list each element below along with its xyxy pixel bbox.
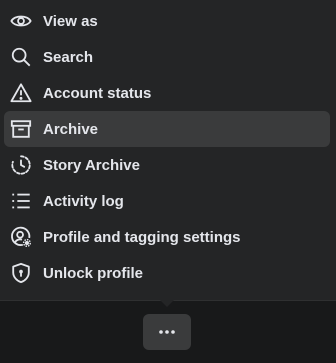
list-icon [9,189,33,213]
more-horizontal-icon [159,330,175,334]
menu-item-profile-tagging-settings[interactable]: Profile and tagging settings [4,219,330,255]
menu-item-label: Profile and tagging settings [43,228,241,246]
menu-item-label: Search [43,48,94,66]
profile-settings-icon [9,225,33,249]
menu-item-activity-log[interactable]: Activity log [4,183,330,219]
shield-lock-icon [9,261,33,285]
eye-icon [9,9,33,33]
menu-item-label: Archive [43,120,99,138]
menu-item-label: Unlock profile [43,264,144,282]
menu-item-account-status[interactable]: Account status [4,75,330,111]
menu-item-label: Account status [43,84,152,102]
menu-item-search[interactable]: Search [4,39,330,75]
search-icon [9,45,33,69]
menu-pointer-caret [159,299,175,307]
menu-item-label: Story Archive [43,156,140,174]
menu-item-view-as[interactable]: View as [4,3,330,39]
warning-icon [9,81,33,105]
more-options-menu: View as Search Account status Archive St… [0,0,336,301]
story-archive-icon [9,153,33,177]
menu-item-unlock-profile[interactable]: Unlock profile [4,255,330,291]
menu-item-label: Activity log [43,192,124,210]
menu-item-story-archive[interactable]: Story Archive [4,147,330,183]
menu-item-label: View as [43,12,98,30]
more-options-button[interactable] [143,314,191,350]
archive-icon [9,117,33,141]
menu-item-archive[interactable]: Archive [4,111,330,147]
